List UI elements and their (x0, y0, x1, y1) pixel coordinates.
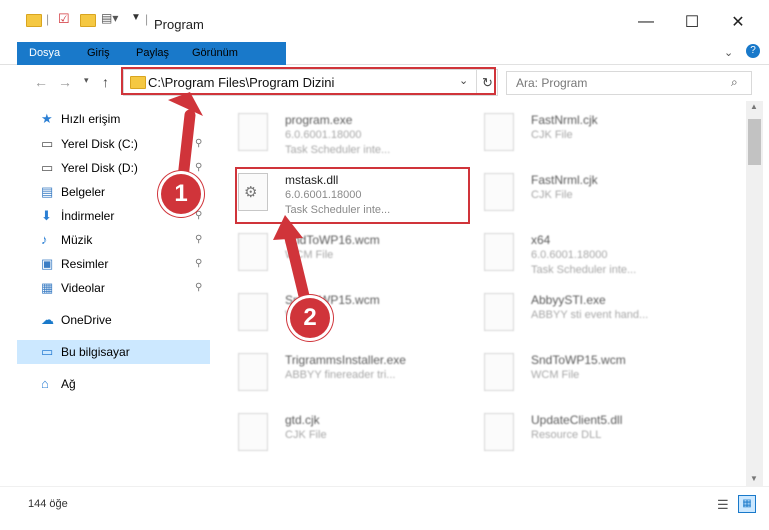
annotation-arrows (168, 92, 311, 306)
arrow-two (283, 228, 311, 306)
step-marker-two: 2 (290, 298, 330, 338)
arrow-two-head (273, 215, 303, 240)
step-marker-one: 1 (161, 174, 201, 214)
arrow-one (177, 109, 196, 184)
